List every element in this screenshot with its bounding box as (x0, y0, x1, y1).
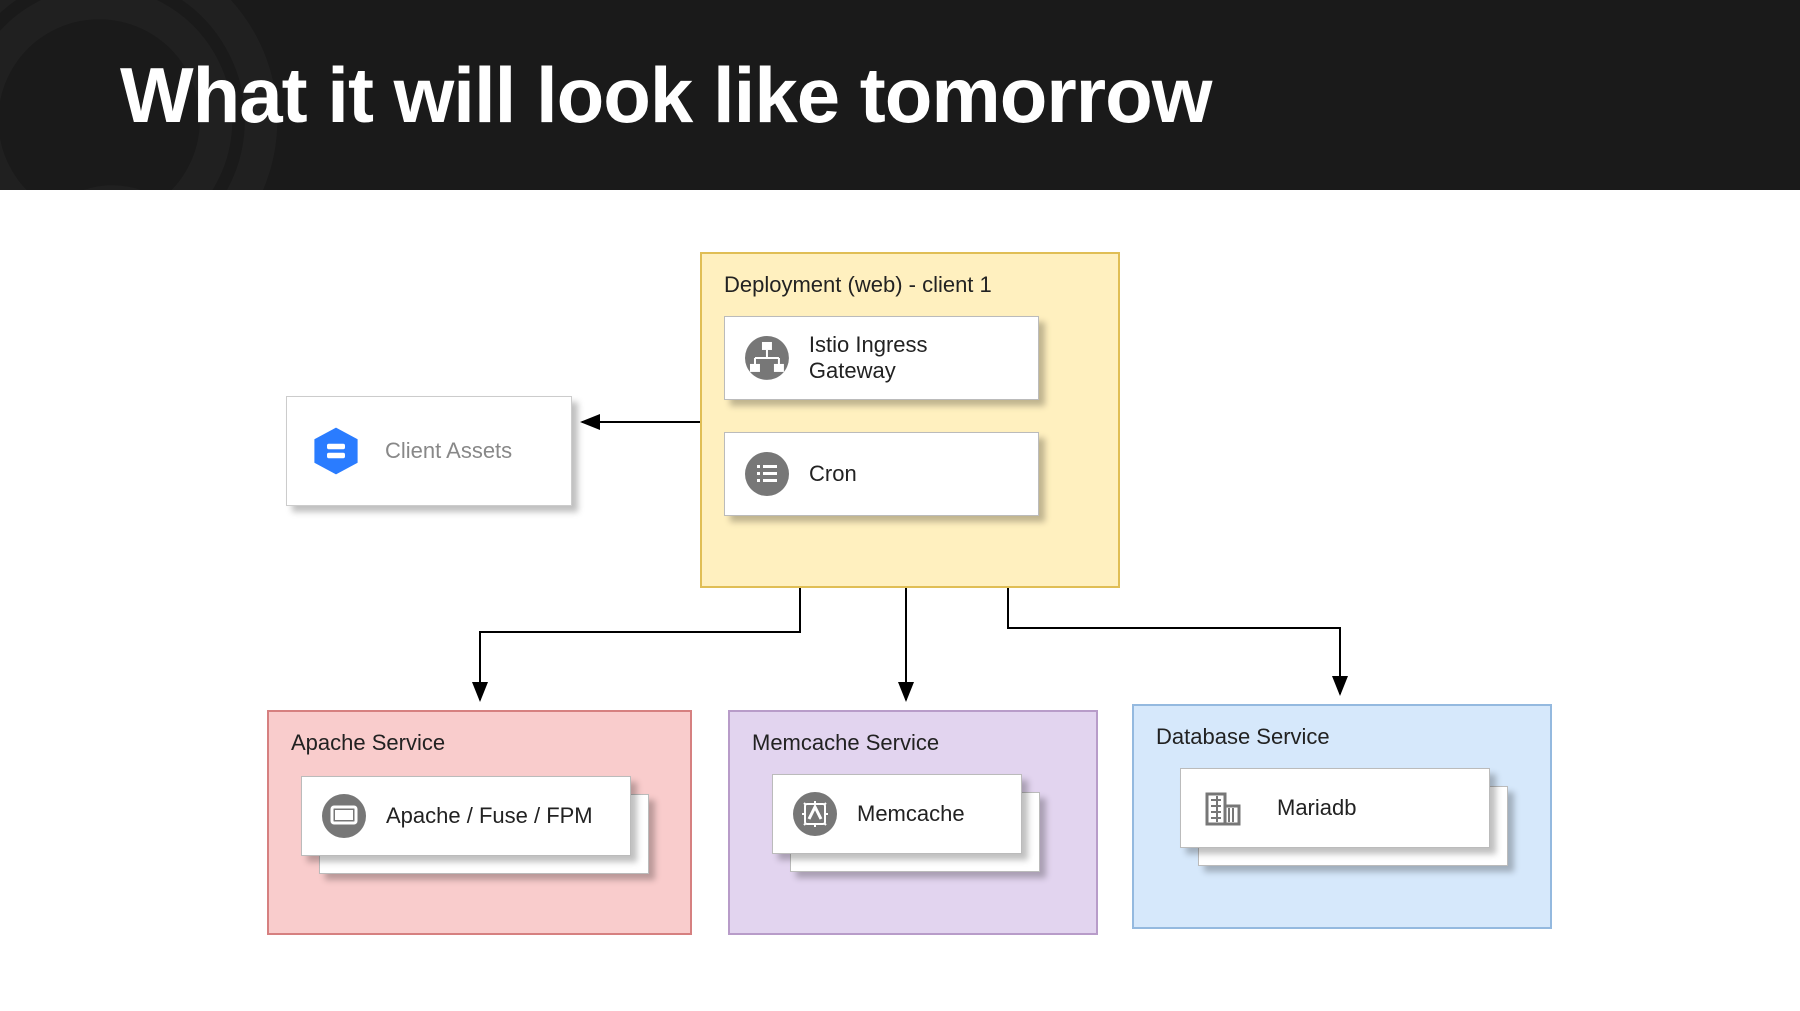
client-assets-card: Client Assets (286, 396, 572, 506)
apache-service-label: Apache Service (291, 730, 668, 756)
building-icon (1199, 784, 1247, 832)
mariadb-card-label: Mariadb (1277, 795, 1356, 821)
slide-header: What it will look like tomorrow (0, 0, 1800, 190)
database-service-label: Database Service (1156, 724, 1528, 750)
mariadb-card: Mariadb (1180, 768, 1490, 848)
cron-label: Cron (809, 461, 857, 487)
deployment-box: Deployment (web) - client 1 Istio Ingres… (700, 252, 1120, 588)
memcache-service-label: Memcache Service (752, 730, 1074, 756)
memcache-card-label: Memcache (857, 801, 965, 827)
memcache-card: Memcache (772, 774, 1022, 854)
deployment-label: Deployment (web) - client 1 (724, 272, 1096, 298)
memcache-service-box: Memcache Service Memcache (728, 710, 1098, 935)
chip-icon (791, 790, 839, 838)
screen-icon (320, 792, 368, 840)
cron-card: Cron (724, 432, 1039, 516)
client-assets-label: Client Assets (385, 438, 512, 464)
storage-hex-icon (309, 424, 363, 478)
database-service-box: Database Service Mariadb (1132, 704, 1552, 929)
istio-gateway-card: Istio Ingress Gateway (724, 316, 1039, 400)
apache-card-label: Apache / Fuse / FPM (386, 803, 593, 829)
list-icon (743, 450, 791, 498)
apache-service-box: Apache Service Apache / Fuse / FPM (267, 710, 692, 935)
apache-card: Apache / Fuse / FPM (301, 776, 631, 856)
diagram-canvas: Client Assets Deployment (web) - client … (0, 190, 1800, 1011)
slide-title: What it will look like tomorrow (120, 50, 1211, 141)
istio-gateway-label: Istio Ingress Gateway (809, 332, 1020, 384)
sitemap-icon (743, 334, 791, 382)
